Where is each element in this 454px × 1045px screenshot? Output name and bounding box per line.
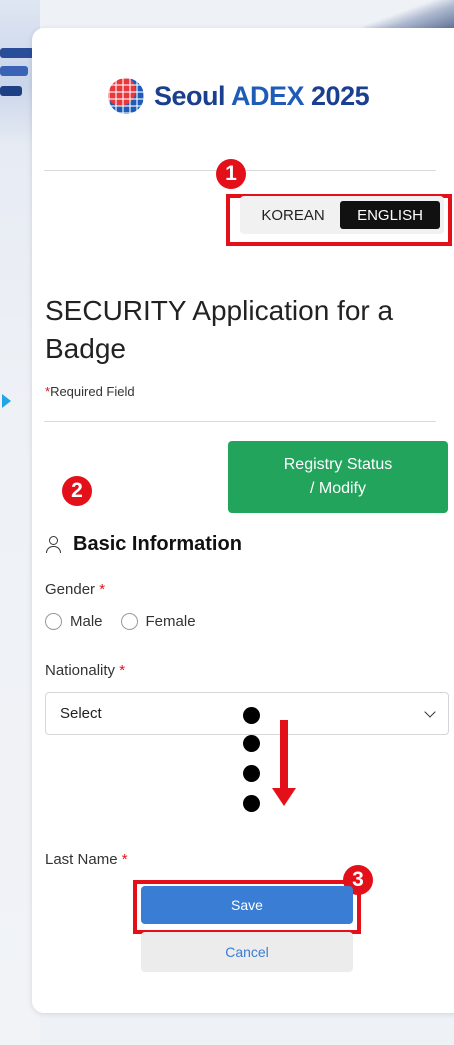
user-icon [45, 535, 63, 555]
gender-label: Gender * [45, 581, 105, 598]
registry-button-line2: / Modify [309, 480, 366, 497]
registry-status-modify-button[interactable]: Registry Status / Modify [228, 441, 448, 513]
title-divider [44, 421, 436, 422]
last-name-required-star: * [121, 851, 128, 868]
cancel-button[interactable]: Cancel [141, 932, 353, 972]
page-title: SECURITY Application for a Badge [45, 295, 394, 364]
logo-text: Seoul ADEX 2025 [154, 80, 370, 112]
gender-male-radio[interactable] [45, 613, 62, 630]
seoul-adex-logo: Seoul ADEX 2025 [108, 78, 370, 114]
nationality-required-star: * [119, 662, 126, 679]
save-button[interactable]: Save [141, 886, 353, 924]
nationality-label-text: Nationality [45, 662, 116, 679]
background-arrow-icon [2, 394, 11, 408]
scroll-down-arrow-icon [280, 720, 288, 790]
registry-button-line1: Registry Status [283, 456, 393, 473]
gender-male-label[interactable]: Male [70, 613, 103, 630]
globe-icon [108, 78, 144, 114]
language-toggle: KOREAN ENGLISH [240, 196, 444, 234]
gender-female-radio[interactable] [120, 613, 138, 630]
background-streak [0, 66, 28, 76]
nationality-select-value: Select [60, 705, 102, 722]
nationality-label: Nationality * [45, 662, 125, 679]
background-streak [0, 86, 22, 96]
scroll-down-arrowhead-icon [272, 788, 296, 806]
required-note-text: Required Field [50, 384, 135, 399]
required-field-note: *Required Field [45, 384, 135, 399]
language-korean-button[interactable]: KOREAN [246, 201, 340, 229]
gender-required-star: * [99, 581, 106, 598]
gender-label-text: Gender [45, 581, 96, 598]
annotation-number-2: 2 [62, 476, 92, 506]
ellipsis-dot [243, 765, 260, 782]
ellipsis-dot [243, 707, 260, 724]
section-title: Basic Information [73, 533, 242, 555]
gender-radio-group: Male Female [45, 613, 214, 630]
gender-female-label[interactable]: Female [146, 613, 196, 630]
logo-text-seoul: Seoul [154, 80, 232, 111]
basic-information-header: Basic Information [45, 533, 242, 556]
background-corner [364, 0, 454, 30]
logo-text-adex: ADEX [231, 80, 305, 111]
annotation-number-1: 1 [216, 159, 246, 189]
ellipsis-dot [243, 795, 260, 812]
last-name-label-text: Last Name [45, 851, 118, 868]
chevron-down-icon [424, 705, 436, 718]
ellipsis-dot [243, 735, 260, 752]
background-streak [0, 48, 34, 58]
language-english-button[interactable]: ENGLISH [340, 201, 440, 229]
logo-text-year: 2025 [304, 80, 370, 111]
last-name-label: Last Name * [45, 851, 128, 868]
